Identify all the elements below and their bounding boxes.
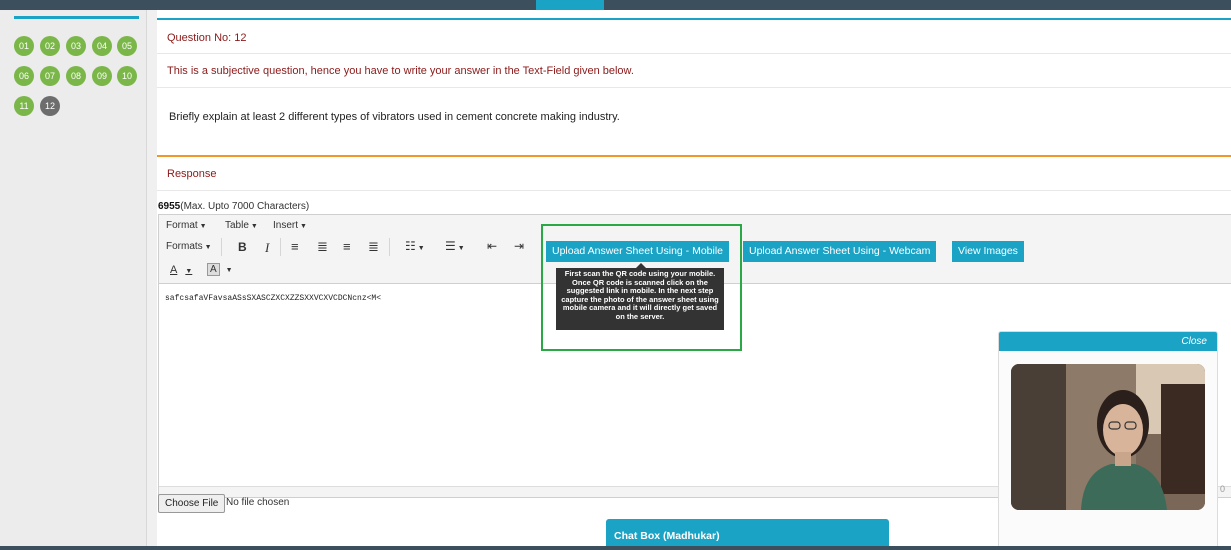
formats-dropdown[interactable]: Formats ▼: [166, 241, 212, 252]
menu-insert[interactable]: Insert ▼: [273, 220, 307, 231]
upload-mobile-tooltip: First scan the QR code using your mobile…: [556, 268, 724, 330]
question-button-11[interactable]: 11: [14, 96, 34, 116]
question-button-03[interactable]: 03: [66, 36, 86, 56]
top-bar: [0, 0, 1231, 10]
align-right-icon[interactable]: ≡: [343, 239, 351, 254]
question-button-01[interactable]: 01: [14, 36, 34, 56]
question-button-08[interactable]: 08: [66, 66, 86, 86]
menu-format[interactable]: Format ▼: [166, 220, 207, 231]
webcam-widget: Close: [998, 331, 1218, 550]
webcam-video-feed: [1011, 364, 1205, 510]
align-justify-icon[interactable]: ≣: [368, 239, 379, 255]
character-limit: (Max. Upto 7000 Characters): [180, 201, 310, 212]
question-text: Briefly explain at least 2 different typ…: [169, 111, 620, 123]
align-center-icon[interactable]: ≣: [317, 239, 328, 255]
editor-content[interactable]: safcsafaVFavsaASsSXASCZXCXZZSXXVCXVCDCNc…: [165, 294, 381, 303]
bold-button[interactable]: B: [238, 240, 247, 254]
response-divider: [157, 155, 1231, 157]
question-button-05[interactable]: 05: [117, 36, 137, 56]
question-button-09[interactable]: 09: [92, 66, 112, 86]
response-heading: Response: [167, 168, 217, 180]
upload-webcam-button[interactable]: Upload Answer Sheet Using - Webcam: [743, 241, 937, 262]
divider: [157, 87, 1231, 88]
character-count: 6955: [158, 201, 181, 212]
file-status: No file chosen: [226, 497, 290, 508]
view-images-button[interactable]: View Images: [952, 241, 1024, 262]
question-button-04[interactable]: 04: [92, 36, 112, 56]
bullet-list-icon[interactable]: ☷ ▼: [405, 239, 425, 253]
webcam-widget-header: Close: [999, 332, 1217, 351]
character-counter: 6955(Max. Upto 7000 Characters): [158, 201, 309, 212]
numbered-list-icon[interactable]: ☰ ▼: [445, 239, 465, 253]
italic-button[interactable]: I: [265, 240, 269, 256]
top-bar-accent: [536, 0, 604, 10]
outdent-icon[interactable]: ⇤: [487, 239, 497, 253]
scroll-indicator: 0: [1220, 484, 1226, 494]
question-button-10[interactable]: 10: [117, 66, 137, 86]
menu-table[interactable]: Table ▼: [225, 220, 258, 231]
chat-box-title: Chat Box (Madhukar): [614, 530, 720, 542]
background-color-button[interactable]: A ▼: [207, 263, 233, 276]
question-button-07[interactable]: 07: [40, 66, 60, 86]
choose-file-button[interactable]: Choose File: [158, 494, 226, 513]
question-palette-panel: 01 02 03 04 05 06 07 08 09 10 11 12: [0, 10, 147, 546]
question-button-02[interactable]: 02: [40, 36, 60, 56]
question-button-06[interactable]: 06: [14, 66, 34, 86]
bottom-bar: [0, 546, 1231, 550]
question-number: Question No: 12: [167, 32, 247, 44]
indent-icon[interactable]: ⇥: [514, 239, 524, 253]
divider: [157, 190, 1231, 191]
panel-top-rule: [157, 18, 1231, 20]
font-color-button[interactable]: A ▼: [170, 264, 192, 276]
close-button[interactable]: Close: [1181, 336, 1207, 347]
divider: [157, 53, 1231, 54]
question-instruction: This is a subjective question, hence you…: [167, 65, 634, 77]
question-button-12-current[interactable]: 12: [40, 96, 60, 116]
palette-rule: [14, 16, 139, 19]
webcam-person-image: [1011, 364, 1205, 510]
align-left-icon[interactable]: ≡: [291, 239, 299, 254]
